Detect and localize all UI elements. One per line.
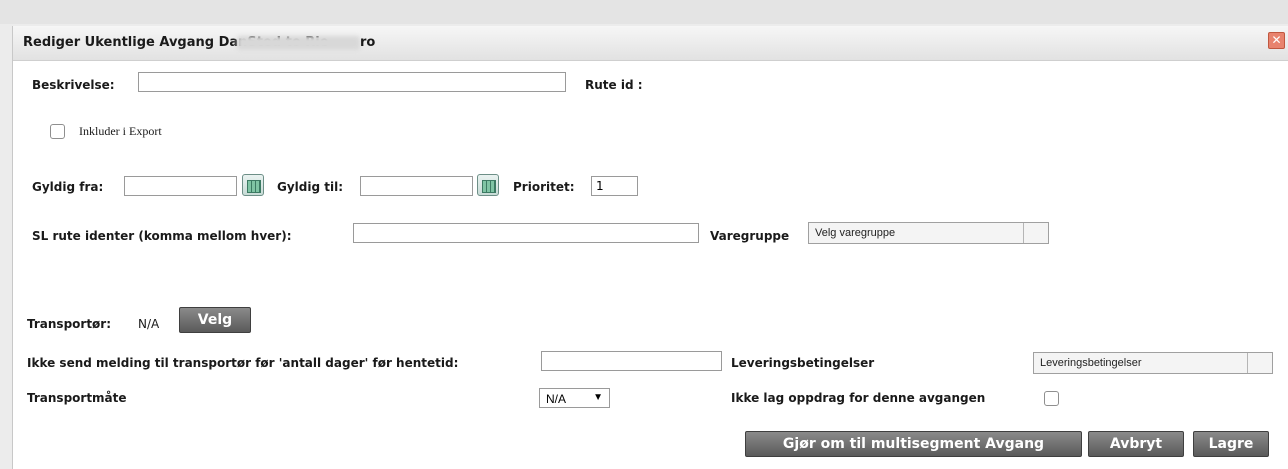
beskrivelse-label: Beskrivelse:: [32, 78, 115, 92]
ikke-send-label: Ikke send melding til transportør før 'a…: [27, 356, 459, 370]
calendar-grid-icon: [247, 180, 261, 193]
inkluder-export-checkbox[interactable]: [50, 124, 65, 139]
leveringsbetingelser-select[interactable]: Leveringsbetingelser: [1033, 352, 1273, 374]
dialog-title-tail: ro: [360, 35, 376, 50]
velg-button[interactable]: Velg: [179, 307, 251, 333]
calendar-icon[interactable]: [477, 174, 499, 196]
prioritet-label: Prioritet:: [513, 180, 575, 194]
calendar-icon[interactable]: [242, 174, 264, 196]
ikke-send-input[interactable]: [541, 351, 722, 371]
varegruppe-label: Varegruppe: [710, 229, 790, 243]
beskrivelse-input[interactable]: [138, 72, 566, 92]
close-icon[interactable]: ✕: [1268, 32, 1285, 49]
transportmate-label: Transportmåte: [27, 391, 127, 405]
rute-id-label: Rute id :: [585, 78, 643, 92]
avbryt-button[interactable]: Avbryt: [1088, 431, 1184, 457]
lagre-button[interactable]: Lagre: [1193, 431, 1269, 457]
edit-weekly-departure-dialog: Rediger Ukentlige Avgang DanSted to Rie …: [12, 26, 1288, 469]
varegruppe-select[interactable]: Velg varegruppe: [808, 222, 1049, 244]
gyldig-fra-label: Gyldig fra:: [32, 180, 104, 194]
gyldig-til-input[interactable]: [360, 176, 473, 196]
multisegment-button[interactable]: Gjør om til multisegment Avgang: [745, 431, 1082, 457]
page-top-bar: [0, 0, 1288, 24]
sl-rute-label: SL rute identer (komma mellom hver):: [32, 229, 292, 243]
transportor-value: N/A: [138, 317, 160, 331]
select-divider: [1023, 223, 1024, 243]
prioritet-input[interactable]: [591, 176, 638, 196]
inkluder-export-label: Inkluder i Export: [79, 124, 162, 138]
redacted-title-segment: [237, 36, 360, 50]
leveringsbetingelser-selected-value: Leveringsbetingelser: [1040, 357, 1142, 369]
chevron-down-icon: ▼: [593, 392, 603, 403]
ikke-lag-oppdrag-label: Ikke lag oppdrag for denne avgangen: [731, 391, 986, 405]
gyldig-til-label: Gyldig til:: [277, 180, 344, 194]
varegruppe-selected-value: Velg varegruppe: [815, 227, 896, 239]
gyldig-fra-input[interactable]: [124, 176, 237, 196]
sl-rute-input[interactable]: [353, 223, 699, 243]
transportor-label: Transportør:: [27, 317, 112, 331]
transportmate-select[interactable]: N/A ▼: [539, 388, 610, 408]
dialog-titlebar: Rediger Ukentlige Avgang DanSted to Rie …: [13, 26, 1288, 61]
leveringsbetingelser-label: Leveringsbetingelser: [731, 356, 875, 370]
transportmate-selected-value: N/A: [546, 392, 567, 406]
ikke-lag-oppdrag-checkbox[interactable]: [1044, 391, 1059, 406]
select-divider: [1247, 353, 1248, 373]
calendar-grid-icon: [482, 180, 496, 193]
